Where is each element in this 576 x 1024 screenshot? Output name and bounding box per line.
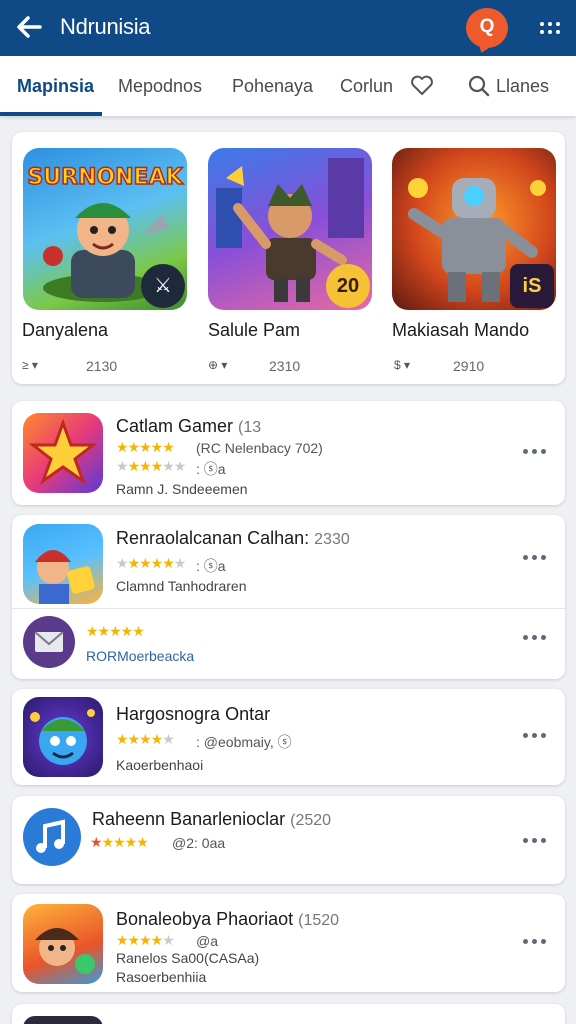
more-options-icon[interactable] (523, 731, 551, 739)
page-title: Ndrunisia (60, 14, 151, 39)
tab-pohenaya[interactable]: Pohenaya (232, 76, 313, 97)
featured-game-art[interactable]: iS (392, 148, 556, 310)
app-title-text: Bonaleobya Phaoriaot (116, 909, 294, 929)
app-count: 2330 (314, 531, 350, 548)
app-card[interactable]: Renraolalcanan Calhan: 2330 ★★★★★★ : ⓢa … (12, 515, 565, 679)
rating-note: @2: 0aa (172, 835, 226, 851)
overflow-menu-icon[interactable] (532, 18, 560, 38)
featured-symbols: ⊕ ▾ (208, 358, 228, 372)
question-chat-glyph: Q (479, 16, 495, 37)
app-title: Catlam Gamer (13 (116, 416, 261, 437)
rating-stars: ★★★★★ (116, 731, 175, 747)
featured-count: 2910 (453, 358, 485, 374)
rating-note: : ⓢa (196, 461, 226, 477)
app-developer: Kaoerbenhaoi (116, 757, 204, 773)
app-rating-detail: Ranelos Sa00(CASAa) (116, 950, 260, 966)
app-title-text: Raheenn Banarlenioclar (92, 809, 286, 829)
app-icon (23, 697, 103, 777)
featured-title: Salule Pam (208, 320, 301, 340)
rating-stars: ★★★★★ (90, 834, 149, 850)
envelope-icon (34, 631, 64, 652)
game-logo-art: SURNONEAK (27, 165, 183, 190)
featured-count: 2130 (86, 358, 118, 374)
rating-note: @a (196, 933, 218, 949)
tab-mepodnos[interactable]: Mepodnos (118, 76, 202, 97)
app-bar: Ndrunisia Q (0, 0, 576, 56)
app-count: (1520 (298, 912, 340, 929)
rating-stars: ★★★★★ (86, 623, 145, 639)
app-card[interactable]: Catlam Gamer (13 ★★★★★ (RC Nelenbacy 702… (12, 401, 565, 505)
featured-badge: iS (510, 264, 554, 308)
tab-llanes[interactable]: Llanes (496, 76, 549, 97)
star-logo-icon (28, 418, 98, 485)
pirate-character-icon (35, 928, 95, 974)
featured-symbols: ≥ ▾ (22, 358, 38, 372)
app-card[interactable] (12, 1004, 565, 1024)
app-developer: RORMoerbeacka (86, 648, 195, 664)
app-developer: Clamnd Tanhodraren (116, 578, 247, 594)
featured-badge: 20 (326, 264, 370, 308)
divider (12, 608, 565, 609)
rating-note: (RC Nelenbacy 702) (196, 440, 323, 456)
featured-count: 2310 (269, 358, 301, 374)
app-title: Hargosnogra Ontar (116, 704, 271, 724)
music-note-icon (36, 819, 65, 853)
app-developer: Rasoerbenhiia (116, 969, 207, 985)
more-options-icon[interactable] (523, 447, 551, 455)
rating-stars: ★★★★★★ (116, 555, 186, 571)
rating-stars: ★★★★★ (116, 439, 175, 455)
featured-game-art[interactable]: 20 (208, 148, 372, 310)
search-icon[interactable] (468, 75, 490, 97)
app-title: Raheenn Banarlenioclar (2520 (92, 809, 331, 830)
featured-badge: ⚔ (141, 264, 185, 308)
app-developer: Ramn J. Sndeeemen (116, 481, 248, 497)
featured-symbols: $ ▾ (394, 358, 411, 372)
app-icon (23, 904, 103, 984)
cartoon-face-icon (35, 550, 95, 604)
app-title-text: Catlam Gamer (116, 416, 234, 436)
more-options-icon[interactable] (523, 633, 551, 641)
tab-corlun[interactable]: Corlun (340, 76, 393, 97)
featured-games-card: SURNONEAK ⚔ Danyalena ≥ ▾ 2130 20 Salule… (12, 132, 565, 384)
app-title-text: Renraolalcanan Calhan: (116, 528, 310, 548)
more-options-icon[interactable] (523, 937, 551, 945)
blue-mascot-icon (30, 709, 95, 765)
app-card[interactable]: Raheenn Banarlenioclar (2520 ★★★★★ @2: 0… (12, 796, 565, 884)
app-title: Renraolalcanan Calhan: 2330 (116, 528, 350, 549)
rating-note: : ⓢa (196, 558, 226, 574)
app-count: (13 (238, 419, 262, 436)
mail-app-icon (23, 616, 75, 668)
app-icon (23, 1016, 103, 1024)
rating-stars: ★★★★★★ (116, 458, 186, 474)
app-count: (2520 (290, 812, 332, 829)
tab-bar: Mapinsia Mepodnos Pohenaya Corlun Llanes (0, 56, 576, 116)
active-tab-indicator (0, 112, 102, 116)
app-icon (23, 413, 103, 493)
app-card[interactable]: Bonaleobya Phaoriaot (1520 ★★★★★ @a Rane… (12, 894, 565, 992)
rating-note: : @eobmaiy, ⓢ (196, 734, 292, 750)
app-icon (23, 524, 103, 604)
app-title: Bonaleobya Phaoriaot (1520 (116, 909, 339, 930)
rating-stars: ★★★★★ (116, 932, 175, 948)
featured-title: Danyalena (22, 320, 109, 340)
featured-title: Makiasah Mando (392, 320, 530, 340)
back-arrow-icon[interactable] (14, 12, 44, 42)
app-card[interactable]: Hargosnogra Ontar ★★★★★ : @eobmaiy, ⓢ Ka… (12, 689, 565, 785)
question-chat-icon[interactable]: Q (466, 8, 508, 48)
heart-icon[interactable] (410, 74, 434, 96)
tab-mapinsia[interactable]: Mapinsia (17, 76, 94, 97)
more-options-icon[interactable] (523, 836, 551, 844)
featured-game-art[interactable]: SURNONEAK ⚔ (23, 148, 187, 310)
more-options-icon[interactable] (523, 553, 551, 561)
music-app-icon (23, 808, 81, 866)
